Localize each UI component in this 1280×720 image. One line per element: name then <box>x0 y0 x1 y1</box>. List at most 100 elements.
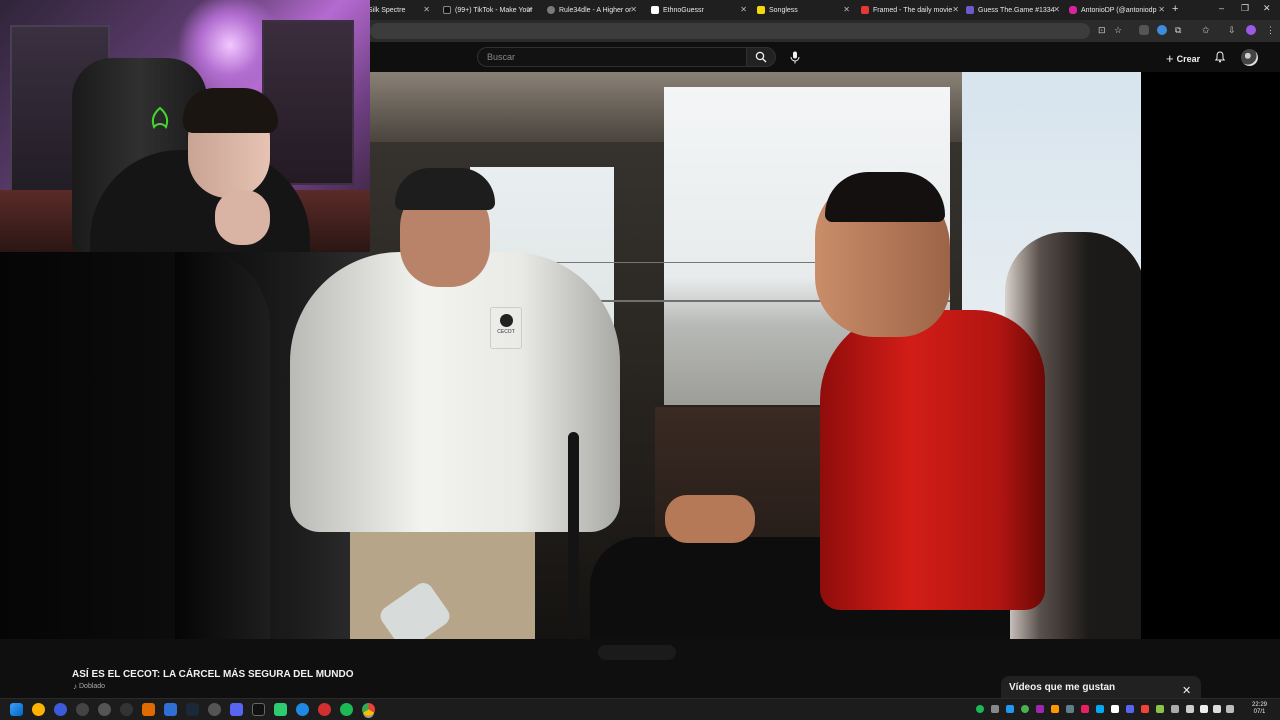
video-letterbox-right <box>1141 72 1280 639</box>
app-icon[interactable] <box>98 703 111 716</box>
close-tab-icon[interactable]: ✕ <box>630 5 637 14</box>
grab-pole <box>568 432 579 639</box>
chrome-icon[interactable] <box>362 703 375 716</box>
tray-icon[interactable] <box>1111 705 1119 713</box>
search-icon <box>755 51 767 63</box>
tray-icon[interactable] <box>1051 705 1059 713</box>
bookmark-star-icon[interactable]: ☆ <box>1114 25 1122 36</box>
app-icon[interactable] <box>296 703 309 716</box>
app-icon[interactable] <box>76 703 89 716</box>
install-icon[interactable]: ⊡ <box>1098 25 1106 36</box>
streamer-hair <box>183 88 278 133</box>
songless-icon <box>757 6 765 14</box>
discord-icon[interactable] <box>230 703 243 716</box>
search-input[interactable]: Buscar <box>477 47 746 67</box>
streamer-webcam <box>0 0 370 252</box>
menu-kebab-icon[interactable]: ⋮ <box>1266 25 1275 36</box>
tray-icon[interactable] <box>1096 705 1104 713</box>
audio-track-info: ♪ Doblado <box>73 682 105 691</box>
tab-label: Songless <box>769 6 798 14</box>
tray-icon[interactable] <box>1126 705 1134 713</box>
close-tab-icon[interactable]: ✕ <box>952 5 959 14</box>
network-icon[interactable] <box>1200 705 1208 713</box>
maximize-button[interactable]: ❐ <box>1241 3 1249 14</box>
liked-videos-title: Vídeos que me gustan <box>1009 682 1116 693</box>
extension-icon[interactable] <box>1157 25 1167 35</box>
obs-icon[interactable] <box>120 703 133 716</box>
tray-icon[interactable] <box>1081 705 1089 713</box>
clock-date: 07/1 <box>1253 709 1266 715</box>
search-button[interactable] <box>746 47 776 67</box>
tray-icon[interactable] <box>1186 705 1194 713</box>
account-avatar[interactable] <box>1241 49 1258 66</box>
close-tab-icon[interactable]: ✕ <box>423 5 430 14</box>
browser-tab[interactable]: Framed - The daily movie ✕ <box>861 2 959 18</box>
app-icon[interactable] <box>208 703 221 716</box>
shirt-logo-text: CECOT <box>497 329 515 335</box>
video-title: ASÍ ES EL CECOT: LA CÁRCEL MÁS SEGURA DE… <box>72 669 354 680</box>
tray-icon[interactable] <box>1171 705 1179 713</box>
spotify-icon[interactable] <box>340 703 353 716</box>
windows-taskbar: 22:29 07/1 <box>0 698 1280 720</box>
close-window-button[interactable]: ✕ <box>1263 3 1271 14</box>
extensions-puzzle-icon[interactable]: ⧉ <box>1175 25 1181 36</box>
tray-icon[interactable] <box>991 705 999 713</box>
create-button[interactable]: + Crear <box>1166 51 1200 66</box>
app-icon[interactable] <box>318 703 331 716</box>
close-tab-icon[interactable]: ✕ <box>1158 5 1165 14</box>
search-app-icon[interactable] <box>32 703 45 716</box>
close-tab-icon[interactable]: ✕ <box>526 5 533 14</box>
browser-tab[interactable]: Rule34dle - A Higher or ✕ <box>547 2 637 18</box>
tray-icon[interactable] <box>976 705 984 713</box>
new-tab-button[interactable]: + <box>1172 3 1178 15</box>
guessthegame-icon <box>966 6 974 14</box>
tray-icon[interactable] <box>1066 705 1074 713</box>
browser-tab[interactable]: AntonioDP (@antoniodp ✕ <box>1069 2 1165 18</box>
dubbed-audio-icon: ♪ <box>73 682 77 691</box>
browser-tab[interactable]: EthnoGuessr ✕ <box>651 2 747 18</box>
tray-icon[interactable] <box>1006 705 1014 713</box>
steam-icon[interactable] <box>186 703 199 716</box>
browser-tab[interactable]: Songless ✕ <box>757 2 850 18</box>
app-icon[interactable] <box>54 703 67 716</box>
audio-track-label: Doblado <box>79 683 106 690</box>
tray-icon[interactable] <box>1141 705 1149 713</box>
browser-tab[interactable]: Guess The.Game #1334 ✕ <box>966 2 1060 18</box>
minimize-button[interactable]: – <box>1219 3 1224 13</box>
close-tab-icon[interactable]: ✕ <box>1053 5 1060 14</box>
liked-videos-panel[interactable]: Vídeos que me gustan ✕ <box>1001 676 1201 700</box>
app-icon[interactable] <box>142 703 155 716</box>
windows-start-icon[interactable] <box>10 703 23 716</box>
cecot-logo-icon <box>499 314 513 327</box>
passenger-hair <box>825 172 945 222</box>
system-clock[interactable]: 22:29 07/1 <box>1252 702 1267 716</box>
close-icon[interactable]: ✕ <box>1182 684 1191 697</box>
close-tab-icon[interactable]: ✕ <box>843 5 850 14</box>
razer-logo-icon <box>151 106 169 130</box>
tray-icon[interactable] <box>1036 705 1044 713</box>
video-info-area: ASÍ ES EL CECOT: LA CÁRCEL MÁS SEGURA DE… <box>0 639 1280 700</box>
passenger-hands <box>665 495 755 543</box>
profile-icon[interactable] <box>1246 25 1256 35</box>
tray-icon[interactable] <box>1156 705 1164 713</box>
framed-icon <box>861 6 869 14</box>
tray-icon[interactable] <box>1021 705 1029 713</box>
app-icon[interactable] <box>164 703 177 716</box>
browser-tab[interactable]: Silk Spectre ✕ <box>368 2 430 18</box>
tiktok-icon[interactable] <box>252 703 265 716</box>
bookmarks-icon[interactable]: ✩ <box>1202 25 1210 36</box>
bus-seat <box>175 247 270 639</box>
player-controls-hint[interactable] <box>598 645 676 660</box>
plus-icon: + <box>1166 51 1174 66</box>
voice-search-button[interactable] <box>788 50 802 64</box>
app-icon[interactable] <box>274 703 287 716</box>
browser-tab[interactable]: (99+) TikTok - Make Your ✕ <box>443 2 533 18</box>
address-bar[interactable] <box>370 23 1090 39</box>
downloads-icon[interactable]: ⇩ <box>1228 25 1236 36</box>
volume-icon[interactable] <box>1213 705 1221 713</box>
figure-shelf <box>262 20 354 185</box>
battery-icon[interactable] <box>1226 705 1234 713</box>
notifications-bell-icon[interactable] <box>1214 51 1226 63</box>
close-tab-icon[interactable]: ✕ <box>740 5 747 14</box>
extension-icon[interactable] <box>1139 25 1149 35</box>
